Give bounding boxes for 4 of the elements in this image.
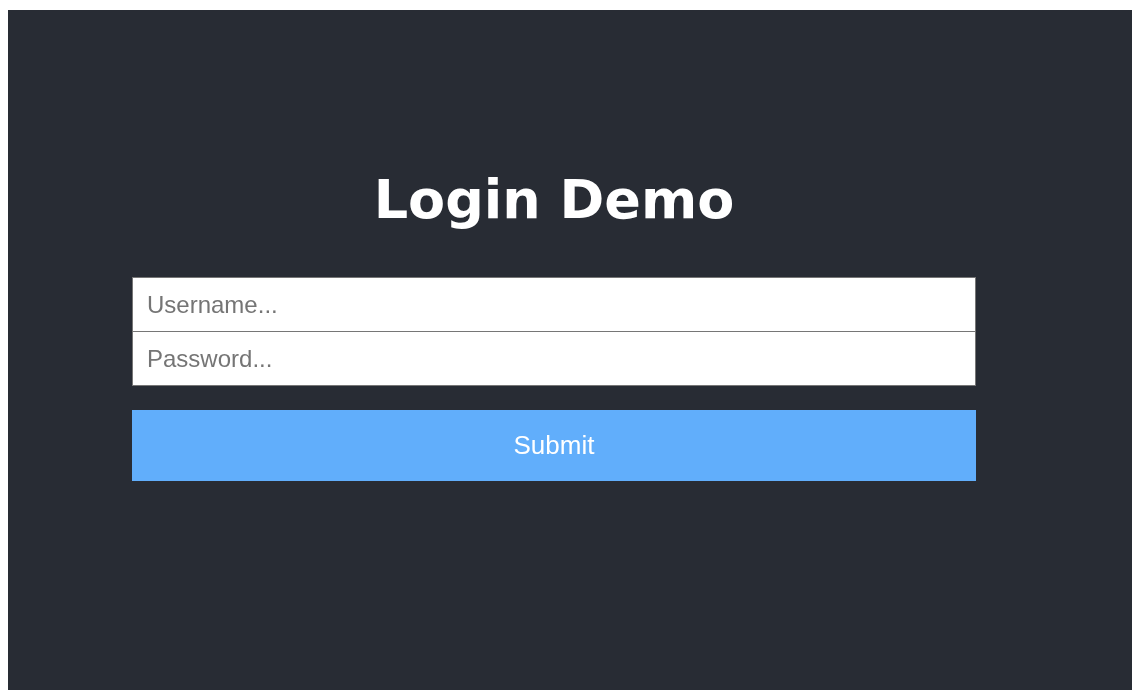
page-title: Login Demo bbox=[372, 167, 736, 233]
submit-button[interactable]: Submit bbox=[132, 410, 976, 482]
password-field[interactable]: Password... bbox=[132, 331, 976, 387]
username-field[interactable]: Username... bbox=[132, 277, 976, 333]
